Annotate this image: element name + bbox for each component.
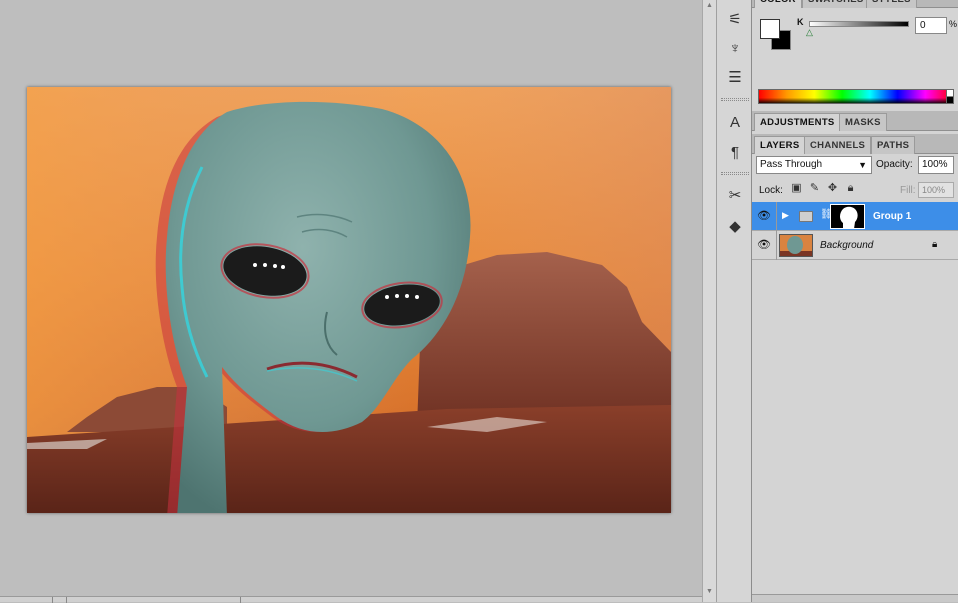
adjustments-tabbar: ADJUSTMENTS MASKS	[752, 111, 958, 131]
layer-row-background[interactable]: 👁︎ Background 🔒︎	[752, 231, 958, 260]
color-spectrum-bar[interactable]	[758, 89, 954, 104]
chevron-down-icon: ▼	[858, 160, 867, 170]
tab-swatches[interactable]: SWATCHES	[802, 0, 870, 8]
row-divider	[776, 202, 777, 231]
tools-icon[interactable]: ✂	[724, 184, 746, 206]
expand-arrow-icon[interactable]: ▶	[782, 210, 789, 221]
lock-image-icon[interactable]: ✎	[808, 182, 821, 195]
brush-presets-icon[interactable]: ⚟	[724, 8, 746, 30]
character-icon[interactable]: A	[724, 111, 746, 133]
blend-mode-select[interactable]: Pass Through ▼	[756, 156, 872, 174]
row-divider	[776, 231, 777, 260]
tab-adjustments[interactable]: ADJUSTMENTS	[754, 113, 841, 131]
background-thumbnail-image	[780, 235, 812, 256]
status-bar	[0, 596, 702, 603]
lock-all-icon[interactable]: 🔒︎	[844, 182, 857, 195]
mask-silhouette	[840, 206, 858, 228]
status-divider	[66, 597, 67, 603]
layer-thumbnail[interactable]	[779, 234, 813, 257]
layers-tabbar: LAYERS CHANNELS PATHS	[752, 134, 958, 154]
3d-icon[interactable]: ◆	[724, 215, 746, 237]
folder-icon	[799, 211, 813, 222]
black-white-swatch[interactable]	[946, 89, 954, 104]
status-divider	[52, 597, 53, 603]
panel-dock: COLOR SWATCHES STYLES K △ 0 % ADJUSTMENT…	[752, 0, 958, 602]
opacity-label: Opacity:	[876, 159, 913, 170]
k-value-input[interactable]: 0	[915, 17, 947, 34]
lock-label: Lock:	[759, 185, 783, 196]
panel-icon-strip: ⚟ ♆ ☰ A ¶ ✂ ◆	[716, 0, 752, 602]
layer-name[interactable]: Group 1	[873, 211, 911, 222]
fill-label: Fill:	[900, 185, 916, 196]
blend-mode-value: Pass Through	[760, 159, 823, 170]
layers-panel: Pass Through ▼ Opacity: 100% Lock: ▣ ✎ ✥…	[752, 154, 958, 602]
percent-label: %	[949, 19, 958, 29]
lock-icon: 🔒︎	[932, 239, 938, 250]
tab-layers[interactable]: LAYERS	[754, 136, 806, 154]
lock-position-icon[interactable]: ✥	[826, 182, 839, 195]
color-panel: COLOR SWATCHES STYLES K △ 0 %	[752, 0, 958, 111]
eye-icon[interactable]: 👁︎	[756, 239, 772, 251]
slider-thumb-icon[interactable]: △	[806, 27, 813, 38]
tool-presets-icon[interactable]: ☰	[724, 66, 746, 88]
layers-footer-toolbar	[752, 594, 958, 602]
layer-row-group[interactable]: 👁︎ ▶ ⛓︎ Group 1	[752, 202, 958, 231]
scroll-up-icon[interactable]: ▲	[706, 2, 713, 9]
layer-name[interactable]: Background	[820, 240, 873, 251]
clone-source-icon[interactable]: ♆	[724, 37, 746, 59]
scroll-down-icon[interactable]: ▼	[706, 588, 713, 595]
paragraph-icon[interactable]: ¶	[724, 141, 746, 163]
panel-grip[interactable]	[721, 98, 749, 101]
layer-mask-thumbnail[interactable]	[830, 204, 865, 229]
eye-icon[interactable]: 👁︎	[756, 210, 772, 222]
tab-styles[interactable]: STYLES	[866, 0, 917, 8]
k-slider[interactable]	[809, 21, 909, 27]
tab-masks[interactable]: MASKS	[839, 113, 887, 131]
fill-input[interactable]: 100%	[918, 182, 954, 198]
tab-color[interactable]: COLOR	[754, 0, 802, 8]
lock-transparent-icon[interactable]: ▣	[790, 182, 803, 195]
document-image[interactable]	[27, 87, 671, 513]
color-tabbar: COLOR SWATCHES STYLES	[752, 0, 958, 8]
status-divider	[240, 597, 241, 603]
tab-paths[interactable]: PATHS	[871, 136, 916, 154]
tab-channels[interactable]: CHANNELS	[804, 136, 872, 154]
foreground-color-swatch[interactable]	[760, 19, 780, 39]
alien-mars-photo	[27, 87, 671, 513]
vertical-scrollbar[interactable]: ▲ ▼	[702, 0, 716, 602]
channel-label: K	[797, 17, 804, 27]
opacity-input[interactable]: 100%	[918, 156, 954, 174]
canvas-area[interactable]	[0, 0, 702, 603]
panel-grip[interactable]	[721, 172, 749, 175]
